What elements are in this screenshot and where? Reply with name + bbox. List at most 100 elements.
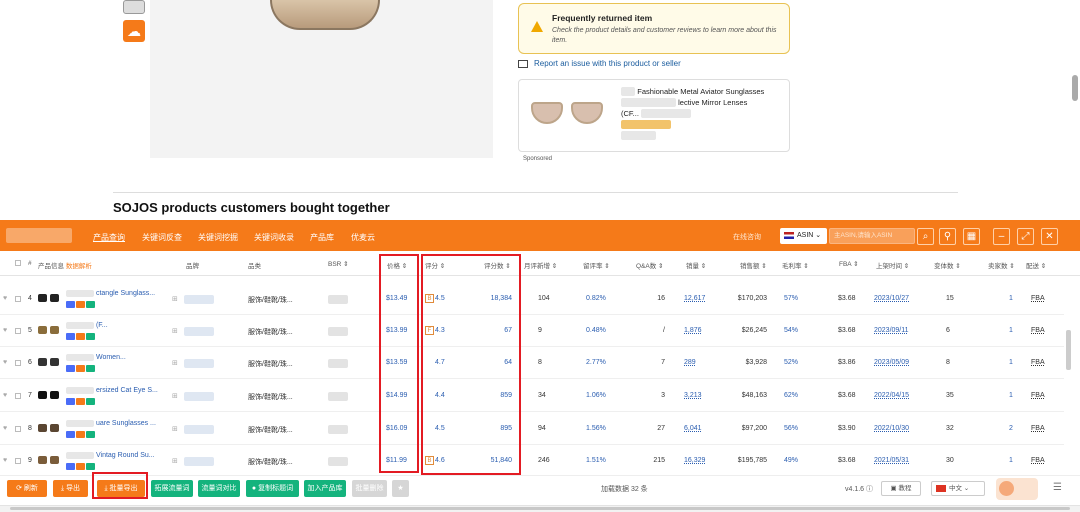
col-revenue-label[interactable]: 销售额 — [740, 263, 760, 270]
row-checkbox[interactable] — [15, 296, 21, 302]
export-label[interactable]: 导出 — [66, 485, 80, 492]
ad-product-title[interactable]: 5XX Fashionable Metal Aviator Sunglasses… — [621, 86, 781, 141]
col-brand[interactable]: 品牌 — [186, 260, 199, 270]
tutorial-label[interactable]: 教程 — [898, 485, 911, 492]
sales-value[interactable]: 6,041 — [684, 425, 702, 432]
product-title-text[interactable]: Vintag Round Su... — [96, 452, 155, 459]
sales-value[interactable]: 16,329 — [684, 457, 705, 464]
sales-value[interactable]: 3,213 — [684, 392, 702, 399]
row-checkbox[interactable] — [15, 426, 21, 432]
col-fba-label[interactable]: FBA — [839, 261, 851, 268]
table-scrollbar-thumb[interactable] — [1066, 330, 1071, 370]
product-title-text[interactable]: ctangle Sunglass... — [96, 290, 155, 297]
avatar[interactable] — [996, 478, 1038, 500]
listed-date-value[interactable]: 2021/05/31 — [874, 457, 909, 464]
export-button[interactable]: ⤓ 导出 — [53, 480, 88, 497]
cloud-download-icon[interactable]: ☁ — [123, 20, 145, 42]
table-row[interactable]: ♥ 4 XXXXXX ctangle Sunglass... ⊞ 服饰/鞋靴/珠... $… — [0, 283, 1064, 315]
listed-date-value[interactable]: 2023/09/11 — [874, 327, 909, 334]
ad-title-line3[interactable]: (CF... — [621, 109, 639, 118]
tab-keyword-reverse[interactable]: 关键词反查 — [142, 232, 182, 243]
col-retention[interactable]: 留评率 ⇕ — [583, 260, 610, 270]
asin-select-value[interactable]: ASIN — [797, 232, 813, 239]
copy-title-label[interactable]: 复制标题词 — [258, 485, 293, 492]
page-scrollbar-thumb[interactable] — [1072, 75, 1078, 101]
copy-title-button[interactable]: ● 复制标题词 — [246, 480, 299, 497]
favorite-icon[interactable]: ♥ — [3, 425, 7, 432]
product-title-text[interactable]: ersized Cat Eye S... — [96, 387, 158, 394]
col-product[interactable]: 产品信息 数据解析 — [38, 260, 92, 270]
tutorial-button[interactable]: ▣ 教程 — [881, 481, 921, 496]
row-checkbox[interactable] — [15, 328, 21, 334]
product-thumbnail[interactable] — [38, 422, 62, 436]
asin-select[interactable]: ASIN ⌄ — [780, 228, 827, 244]
col-shipping-label[interactable]: 配送 — [1026, 263, 1039, 270]
product-title[interactable]: XXXXXX Vintag Round Su... — [66, 452, 155, 459]
col-sellers[interactable]: 卖家数 ⇕ — [988, 260, 1015, 270]
col-fba[interactable]: FBA ⇕ — [839, 260, 859, 268]
col-qa[interactable]: Q&A数 ⇕ — [636, 260, 664, 270]
help-icon[interactable]: ⓘ — [866, 486, 873, 493]
report-issue-link[interactable]: Report an issue with this product or sel… — [518, 59, 681, 68]
tab-youmaiyun[interactable]: 优麦云 — [351, 232, 375, 243]
col-product-extra[interactable]: 数据解析 — [66, 263, 92, 270]
listed-date-value[interactable]: 2022/04/15 — [874, 392, 909, 399]
col-sellers-label[interactable]: 卖家数 — [988, 263, 1008, 270]
favorite-icon[interactable]: ♥ — [3, 457, 7, 464]
favorite-icon[interactable]: ♥ — [3, 392, 7, 399]
col-listed-label[interactable]: 上架时间 — [876, 263, 902, 270]
refresh-label[interactable]: 刷新 — [24, 485, 38, 492]
expand-icon[interactable]: ⤢ — [1017, 228, 1034, 245]
horizontal-scrollbar-thumb[interactable] — [10, 507, 1070, 510]
product-title[interactable]: XXXXXX ctangle Sunglass... — [66, 290, 155, 297]
online-consult-link[interactable]: 在线咨询 — [733, 232, 761, 242]
asin-search-input[interactable]: 主ASIN,请输入ASIN — [829, 228, 915, 244]
tab-product-query[interactable]: 产品查询 — [93, 232, 125, 243]
col-bsr[interactable]: BSR ⇕ — [328, 260, 349, 268]
language-value[interactable]: 中文 — [949, 485, 962, 492]
language-select[interactable]: 中文 ⌄ — [931, 481, 985, 496]
col-margin[interactable]: 毛利率 ⇕ — [782, 260, 809, 270]
col-variants-label[interactable]: 变体数 — [934, 263, 954, 270]
tab-keyword-mining[interactable]: 关键词挖掘 — [198, 232, 238, 243]
product-thumbnail[interactable] — [38, 292, 62, 306]
row-checkbox[interactable] — [15, 360, 21, 366]
product-title-text[interactable]: uare Sunglasses ... — [96, 420, 156, 427]
col-sales[interactable]: 销量 ⇕ — [686, 260, 706, 270]
sales-value[interactable]: 1,876 — [684, 327, 702, 334]
favorite-icon[interactable]: ♥ — [3, 295, 7, 302]
table-row[interactable]: ♥5XXXXXX (F...⊞服饰/鞋靴/珠...$13.99F4.36790.… — [0, 315, 1064, 347]
product-title[interactable]: XXXXXX ersized Cat Eye S... — [66, 387, 158, 394]
tab-product-library[interactable]: 产品库 — [310, 232, 334, 243]
sales-value[interactable]: 289 — [684, 359, 696, 366]
table-row[interactable]: ♥ 9 XXXXXX Vintag Round Su... ⊞ 服饰/鞋靴/珠... $1… — [0, 445, 1064, 477]
col-variants[interactable]: 变体数 ⇕ — [934, 260, 961, 270]
col-monthly-new-label[interactable]: 月评新增 — [524, 263, 550, 270]
menu-icon[interactable]: ☰ — [1053, 482, 1062, 493]
report-issue-label[interactable]: Report an issue with this product or sel… — [534, 59, 681, 68]
table-row[interactable]: ♥ 7 XXXXXX ersized Cat Eye S... ⊞ 服饰/鞋靴/珠...… — [0, 380, 1064, 412]
close-icon[interactable]: ✕ — [1041, 228, 1058, 245]
ad-title-line2[interactable]: lective Mirror Lenses — [678, 98, 747, 107]
sales-value[interactable]: 12,617 — [684, 295, 705, 302]
col-sales-label[interactable]: 销量 — [686, 263, 699, 270]
product-thumbnail[interactable] — [38, 389, 62, 403]
product-thumbnail[interactable] — [38, 454, 62, 468]
product-thumbnail[interactable] — [38, 356, 62, 370]
product-thumbnail[interactable] — [38, 324, 62, 338]
listed-date-value[interactable]: 2023/10/27 — [874, 295, 909, 302]
col-category[interactable]: 品类 — [248, 260, 261, 270]
search-icon[interactable]: ⌕ — [917, 228, 934, 245]
layout-icon[interactable]: ▦ — [963, 228, 980, 245]
tab-keyword-index[interactable]: 关键词收录 — [254, 232, 294, 243]
favorite-icon[interactable]: ♥ — [3, 359, 7, 366]
sponsored-product-card[interactable]: 5XX Fashionable Metal Aviator Sunglasses… — [518, 79, 790, 152]
filter-icon[interactable]: ⚲ — [939, 228, 956, 245]
traffic-compare-button[interactable]: 流量词对比 — [198, 480, 240, 497]
add-to-library-button[interactable]: 加入产品库 — [304, 480, 346, 497]
col-retention-label[interactable]: 留评率 — [583, 263, 603, 270]
product-title[interactable]: XXXXXX uare Sunglasses ... — [66, 420, 156, 427]
listed-date-value[interactable]: 2023/05/09 — [874, 359, 909, 366]
product-thumbnail[interactable] — [123, 0, 145, 14]
col-product-label[interactable]: 产品信息 — [38, 263, 64, 270]
